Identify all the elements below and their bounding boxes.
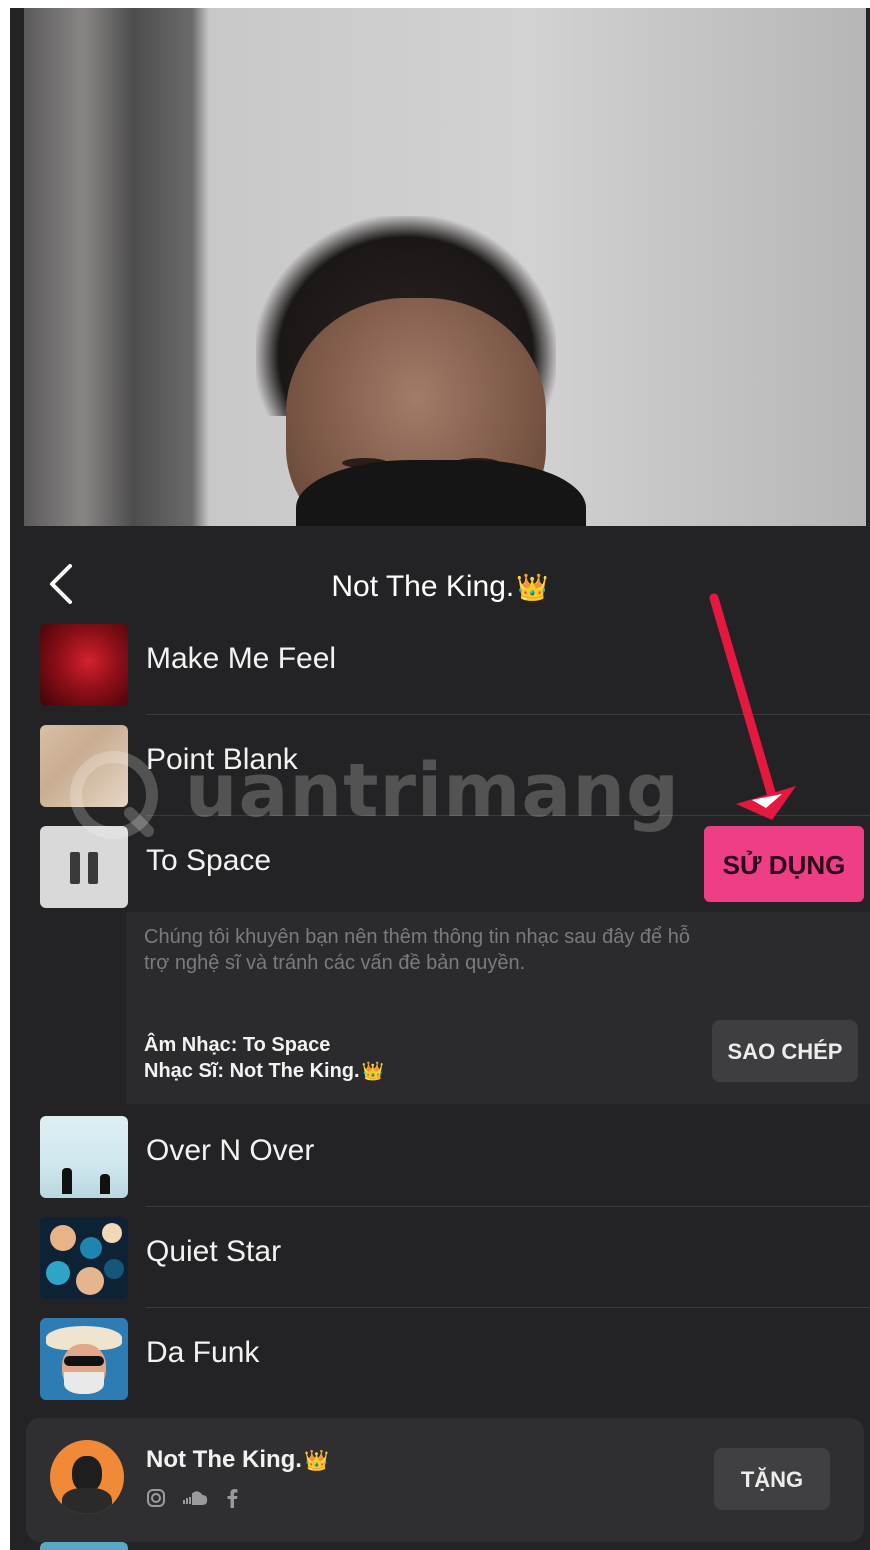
music-credit: Âm Nhạc: To Space — [144, 1034, 331, 1056]
song-row-da-funk[interactable]: Da Funk — [10, 1308, 870, 1408]
copy-button[interactable]: SAO CHÉP — [712, 1020, 858, 1082]
gift-button[interactable]: TẶNG — [714, 1448, 830, 1510]
app-frame: Not The King.👑 Make Me Feel Point Blank … — [10, 8, 870, 1550]
credit-notice: Chúng tôi khuyên bạn nên thêm thông tin … — [144, 926, 690, 974]
crown-icon: 👑 — [516, 572, 549, 602]
watermark-logo-icon — [70, 748, 185, 840]
camera-preview — [24, 8, 866, 526]
rose-art — [40, 624, 128, 706]
song-row-quiet-star[interactable]: Quiet Star — [10, 1207, 870, 1307]
song-title: Da Funk — [146, 1336, 260, 1369]
artist-bar: Not The King. 👑 TẶNG — [26, 1418, 864, 1542]
crown-icon: 👑 — [303, 1450, 329, 1472]
quiet-star-art — [40, 1217, 128, 1299]
credit-lines: Âm Nhạc: To Space Nhạc Sĩ: Not The King.… — [144, 1032, 384, 1084]
soundcloud-icon[interactable] — [182, 1488, 208, 1514]
watermark: uantrimang — [70, 748, 680, 840]
song-title: Quiet Star — [146, 1235, 282, 1268]
list-item — [40, 1542, 128, 1550]
song-title: To Space — [146, 844, 272, 877]
crown-icon: 👑 — [361, 1061, 384, 1081]
avatar[interactable] — [50, 1440, 124, 1514]
facebook-icon[interactable] — [225, 1488, 239, 1514]
composer-credit: Nhạc Sĩ: Not The King. — [144, 1060, 360, 1082]
song-row-over-n-over[interactable]: Over N Over — [10, 1106, 870, 1206]
instagram-icon[interactable] — [146, 1488, 166, 1514]
artist-name: Not The King. 👑 — [146, 1446, 329, 1473]
over-n-over-art — [40, 1116, 128, 1198]
page-title: Not The King.👑 — [10, 570, 870, 604]
use-button[interactable]: SỬ DỤNG — [704, 826, 864, 902]
song-title: Over N Over — [146, 1134, 315, 1167]
artist-title-text: Not The King. — [331, 570, 515, 603]
da-funk-art — [40, 1318, 128, 1400]
song-title: Make Me Feel — [146, 642, 337, 675]
social-links — [146, 1488, 251, 1514]
music-header: Not The King.👑 — [10, 526, 870, 626]
song-row-make-me-feel[interactable]: Make Me Feel — [10, 614, 870, 714]
